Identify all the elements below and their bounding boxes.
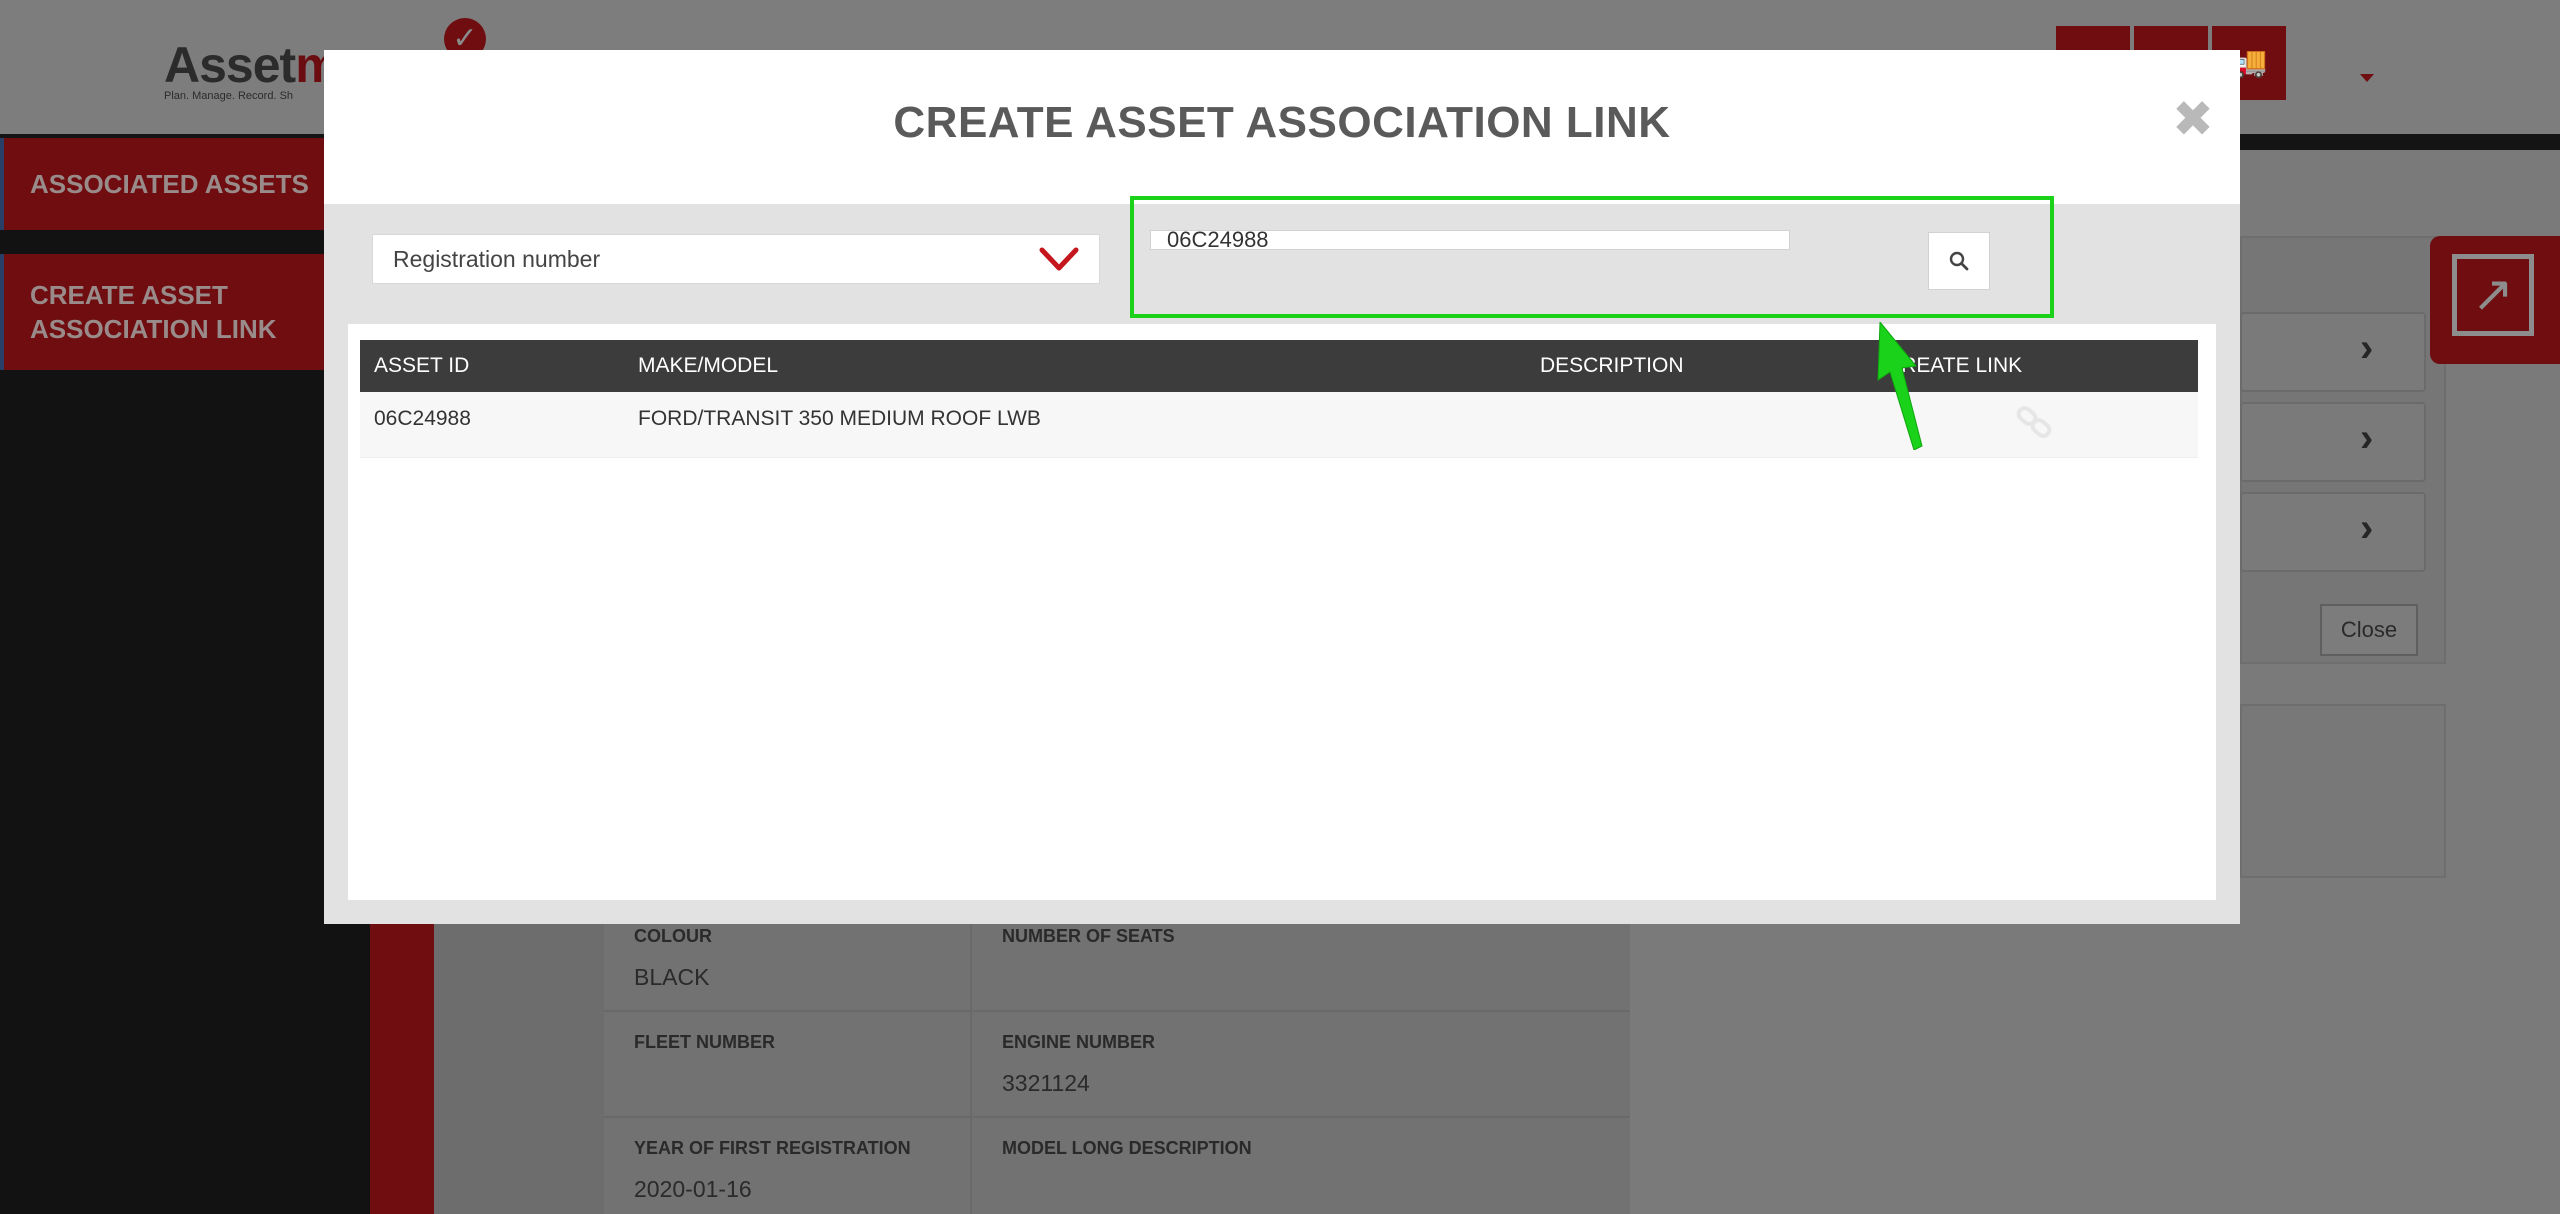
right-panel-list (2240, 704, 2446, 878)
chevron-right-icon: › (2360, 506, 2374, 550)
logo-text-a: Asset (164, 37, 296, 93)
detail-grid (604, 910, 1630, 1214)
model-description-label: MODEL LONG DESCRIPTION (1002, 1138, 1252, 1158)
detail-divider (604, 1010, 1630, 1012)
export-icon: ↗ (2452, 254, 2534, 336)
fleet-number-label: FLEET NUMBER (634, 1032, 775, 1052)
search-icon (1949, 251, 1969, 271)
detail-accent-bar (370, 910, 434, 1214)
search-highlight (1130, 196, 2054, 318)
sidebar-item-label: CREATE ASSET ASSOCIATION LINK (30, 280, 277, 344)
detail-divider (604, 1116, 1630, 1118)
first-registration-value: 2020-01-16 (634, 1176, 752, 1202)
chevron-right-icon: › (2360, 326, 2374, 370)
search-input[interactable] (1150, 230, 1790, 250)
detail-column-divider (970, 910, 972, 1214)
column-header-asset-id: ASSET ID (374, 354, 470, 377)
colour-label: COLOUR (634, 926, 712, 946)
search-type-select[interactable]: Registration number (372, 234, 1100, 284)
right-panel-row[interactable] (2240, 492, 2426, 572)
link-chain-icon[interactable] (2012, 400, 2056, 444)
chevron-right-icon: › (2360, 416, 2374, 460)
right-panel-row[interactable] (2240, 312, 2426, 392)
sidebar-item-label: ASSOCIATED ASSETS (30, 168, 309, 199)
chevron-down-icon (1039, 247, 1079, 271)
cell-make-model: FORD/TRANSIT 350 MEDIUM ROOF LWB (638, 407, 1041, 430)
sidebar-item-associated-assets[interactable]: ASSOCIATED ASSETS (0, 138, 370, 230)
sidebar-item-create-link[interactable]: CREATE ASSET ASSOCIATION LINK (0, 254, 370, 370)
annotation-arrow-icon (1877, 322, 1923, 450)
column-header-description: DESCRIPTION (1540, 354, 1684, 377)
panel-close-button[interactable]: Close (2320, 604, 2418, 656)
cell-asset-id: 06C24988 (374, 407, 471, 430)
export-tile[interactable]: ↗ (2430, 236, 2560, 364)
modal-header: CREATE ASSET ASSOCIATION LINK ✖ (324, 50, 2240, 204)
search-button[interactable] (1928, 232, 1990, 290)
modal-title: CREATE ASSET ASSOCIATION LINK (893, 98, 1671, 147)
first-registration-label: YEAR OF FIRST REGISTRATION (634, 1138, 911, 1158)
colour-value: BLACK (634, 964, 710, 990)
close-icon[interactable]: ✖ (2170, 94, 2216, 144)
user-menu-caret-icon[interactable] (2360, 74, 2374, 82)
modal-body: Registration number ASSET ID MAKE/MODEL … (324, 196, 2240, 924)
seats-label: NUMBER OF SEATS (1002, 926, 1175, 946)
column-header-make-model: MAKE/MODEL (638, 354, 779, 377)
engine-number-value: 3321124 (1002, 1070, 1090, 1096)
engine-number-label: ENGINE NUMBER (1002, 1032, 1156, 1052)
search-type-selected: Registration number (393, 245, 601, 272)
right-panel-row[interactable] (2240, 402, 2426, 482)
results-panel: ASSET ID MAKE/MODEL DESCRIPTION CREATE L… (348, 324, 2216, 900)
create-link-modal: CREATE ASSET ASSOCIATION LINK ✖ Registra… (324, 50, 2240, 924)
